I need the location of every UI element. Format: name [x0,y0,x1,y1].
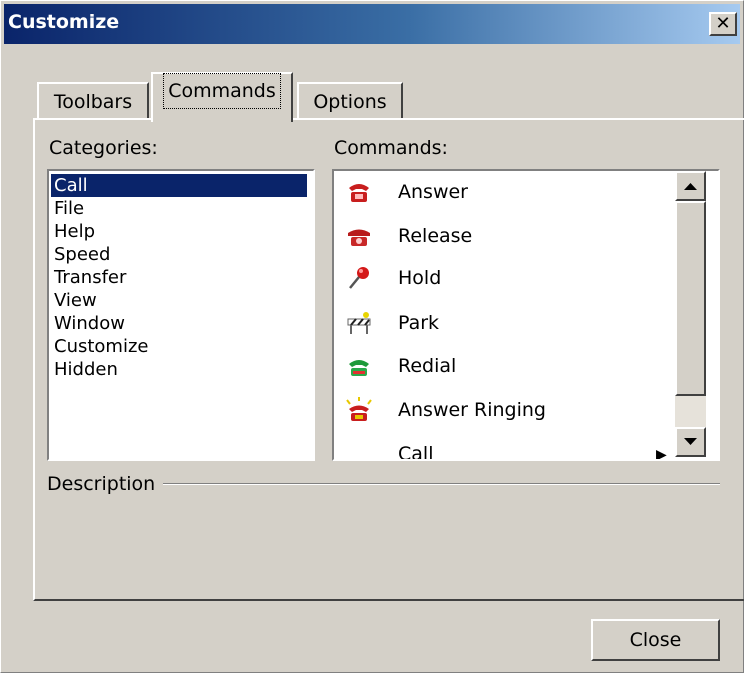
tab-commands-label: Commands [163,73,281,109]
tab-commands[interactable]: Commands [151,72,293,122]
close-window-button[interactable]: ✕ [709,12,737,36]
tab-options-label: Options [313,91,387,113]
tab-toolbars[interactable]: Toolbars [37,82,149,120]
close-button-label: Close [629,629,682,651]
tab-toolbars-label: Toolbars [53,91,133,113]
description-label: Description [47,473,164,495]
close-button[interactable]: Close [591,619,720,661]
window-title: Customize [8,11,120,33]
commands-panel [33,118,744,601]
customize-dialog: Customize ✕ Toolbars Commands Options Ca… [0,0,744,673]
tab-options[interactable]: Options [297,82,403,120]
close-icon: ✕ [715,13,731,34]
title-bar[interactable]: Customize ✕ [4,4,740,44]
